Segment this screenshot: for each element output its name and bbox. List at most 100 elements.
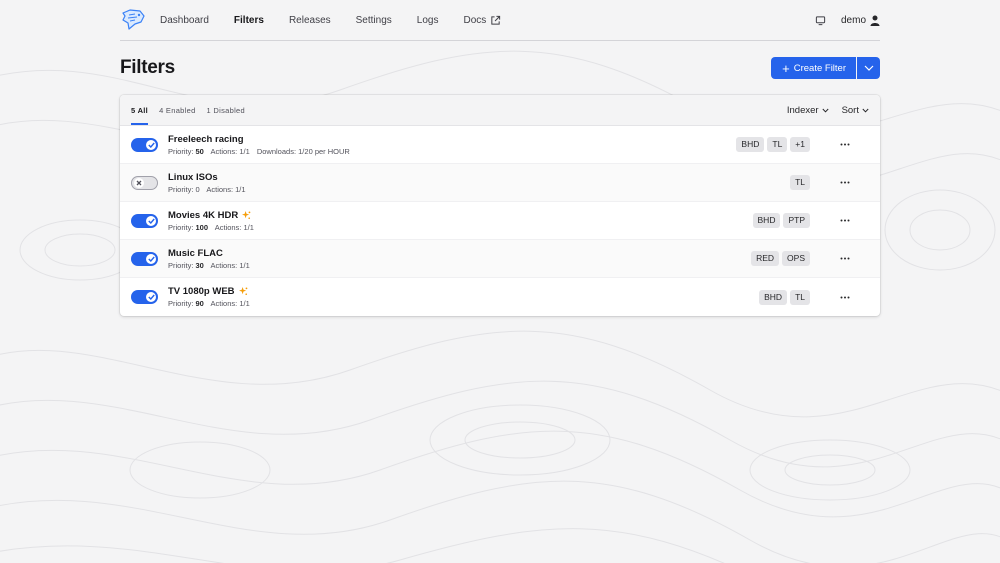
indexer-tag: BHD — [736, 137, 765, 152]
priority-label: Priority: — [168, 184, 194, 194]
title-row: Filters + Create Filter — [120, 41, 880, 95]
filters-card: 5 All 4 Enabled 1 Disabled Indexer Sort — [120, 95, 880, 316]
filter-row[interactable]: TV 1080p WEB Priority: 90 Actions: 1/1 B… — [120, 278, 880, 316]
actions-label: Actions: — [214, 222, 242, 232]
check-icon — [147, 256, 155, 262]
sparkle-icon — [238, 287, 247, 296]
priority-label: Priority: — [168, 260, 194, 270]
more-horizontal-icon — [840, 257, 850, 260]
priority-label: Priority: — [168, 146, 194, 156]
sort-dropdown[interactable]: Sort — [842, 105, 869, 116]
downloads-label: Downloads: — [256, 146, 297, 156]
toggle-knob — [146, 139, 156, 150]
priority-value: 30 — [195, 260, 204, 270]
indexer-tags: BHD PTP — [750, 213, 810, 228]
indexer-tag: TL — [790, 175, 810, 190]
top-navbar: Dashboard Filters Releases Settings Logs… — [120, 0, 880, 41]
filter-name[interactable]: Freeleech racing — [168, 134, 350, 145]
indexer-tag: BHD — [752, 213, 781, 228]
actions-value: 1/1 — [235, 184, 246, 194]
filter-enabled-toggle[interactable] — [131, 290, 158, 304]
nav-docs[interactable]: Docs — [463, 15, 501, 26]
filter-name[interactable]: Music FLAC — [168, 248, 250, 259]
sort-dropdown-label: Sort — [841, 104, 859, 116]
filter-name[interactable]: TV 1080p WEB — [168, 286, 250, 297]
nav-filters[interactable]: Filters — [234, 15, 264, 26]
row-options-button[interactable] — [810, 219, 880, 222]
row-options-button[interactable] — [810, 296, 880, 299]
actions-label: Actions: — [206, 184, 234, 194]
main-nav: Dashboard Filters Releases Settings Logs… — [160, 15, 526, 26]
nav-settings[interactable]: Settings — [356, 15, 392, 26]
chevron-down-icon — [822, 108, 829, 113]
filter-name[interactable]: Movies 4K HDR — [168, 210, 254, 221]
filter-row[interactable]: Linux ISOs Priority: 0 Actions: 1/1 TL — [120, 164, 880, 202]
indexer-dropdown-label: Indexer — [786, 104, 819, 116]
priority-label: Priority: — [168, 299, 194, 308]
check-icon — [147, 142, 155, 148]
filter-name-text: Movies 4K HDR — [168, 209, 239, 221]
indexer-tag: TL — [767, 137, 788, 152]
priority-label: Priority: — [168, 222, 194, 232]
filter-meta: Priority: 50 Actions: 1/1 Downloads: 1/2… — [168, 147, 350, 156]
tab-all[interactable]: 5 All — [131, 95, 149, 125]
list-controls: Indexer Sort — [774, 95, 880, 125]
filter-row[interactable]: Freeleech racing Priority: 50 Actions: 1… — [120, 126, 880, 164]
more-horizontal-icon — [840, 296, 850, 298]
user-menu[interactable]: demo — [841, 15, 880, 26]
row-options-button[interactable] — [810, 143, 880, 146]
filter-info: Linux ISOs Priority: 0 Actions: 1/1 — [168, 172, 246, 194]
tab-enabled[interactable]: 4 Enabled — [159, 95, 195, 125]
priority-value: 50 — [195, 146, 204, 156]
filter-meta: Priority: 100 Actions: 1/1 — [168, 223, 254, 232]
filter-name-text: TV 1080p WEB — [168, 286, 235, 297]
page-title: Filters — [120, 57, 175, 78]
chevron-down-icon — [864, 65, 873, 71]
create-filter-button[interactable]: + Create Filter — [771, 57, 856, 79]
downloads-value: 1/20 per HOUR — [298, 146, 350, 156]
actions-value: 1/1 — [243, 222, 254, 232]
filter-meta: Priority: 30 Actions: 1/1 — [168, 261, 250, 270]
filter-name[interactable]: Linux ISOs — [168, 172, 246, 183]
indexer-tag: PTP — [783, 213, 810, 228]
more-horizontal-icon — [840, 143, 850, 146]
filter-enabled-toggle[interactable] — [131, 175, 158, 190]
create-filter-label: Create Filter — [793, 62, 846, 74]
indexer-tag-more[interactable]: +1 — [790, 137, 810, 152]
monitor-icon[interactable] — [815, 15, 826, 26]
filter-info: TV 1080p WEB Priority: 90 Actions: 1/1 — [168, 286, 250, 308]
actions-value: 1/1 — [239, 260, 250, 270]
filter-row[interactable]: Music FLAC Priority: 30 Actions: 1/1 RED… — [120, 240, 880, 278]
indexer-tags: RED OPS — [748, 251, 810, 266]
sparkle-icon — [242, 210, 251, 219]
check-icon — [147, 218, 155, 224]
filter-name-text: Music FLAC — [168, 247, 223, 259]
actions-label: Actions: — [210, 299, 238, 308]
priority-value: 0 — [195, 184, 200, 194]
create-filter-dropdown-button[interactable] — [857, 57, 880, 79]
indexer-tag: BHD — [759, 289, 788, 305]
nav-releases[interactable]: Releases — [289, 15, 331, 26]
toggle-knob — [146, 292, 156, 302]
app-logo-icon[interactable] — [120, 7, 146, 33]
nav-logs[interactable]: Logs — [417, 15, 439, 26]
tab-disabled[interactable]: 1 Disabled — [207, 95, 245, 125]
header-right: demo — [815, 15, 880, 26]
nav-dashboard[interactable]: Dashboard — [160, 15, 209, 26]
indexer-tags: BHD TL — [756, 289, 810, 305]
filter-row[interactable]: Movies 4K HDR Priority: 100 Actions: 1/1… — [120, 202, 880, 240]
filter-enabled-toggle[interactable] — [131, 213, 158, 228]
indexer-tag: TL — [790, 289, 810, 305]
row-options-button[interactable] — [810, 257, 880, 260]
filter-enabled-toggle[interactable] — [131, 137, 158, 152]
toggle-knob — [134, 177, 144, 188]
priority-value: 90 — [195, 299, 204, 308]
filter-enabled-toggle[interactable] — [131, 251, 158, 266]
create-filter-group: + Create Filter — [771, 57, 880, 79]
indexer-dropdown[interactable]: Indexer — [787, 105, 829, 116]
row-options-button[interactable] — [810, 181, 880, 184]
actions-value: 1/1 — [239, 299, 250, 308]
filter-meta: Priority: 90 Actions: 1/1 — [168, 299, 250, 308]
filter-list: Freeleech racing Priority: 50 Actions: 1… — [120, 126, 880, 316]
filter-info: Freeleech racing Priority: 50 Actions: 1… — [168, 134, 350, 156]
